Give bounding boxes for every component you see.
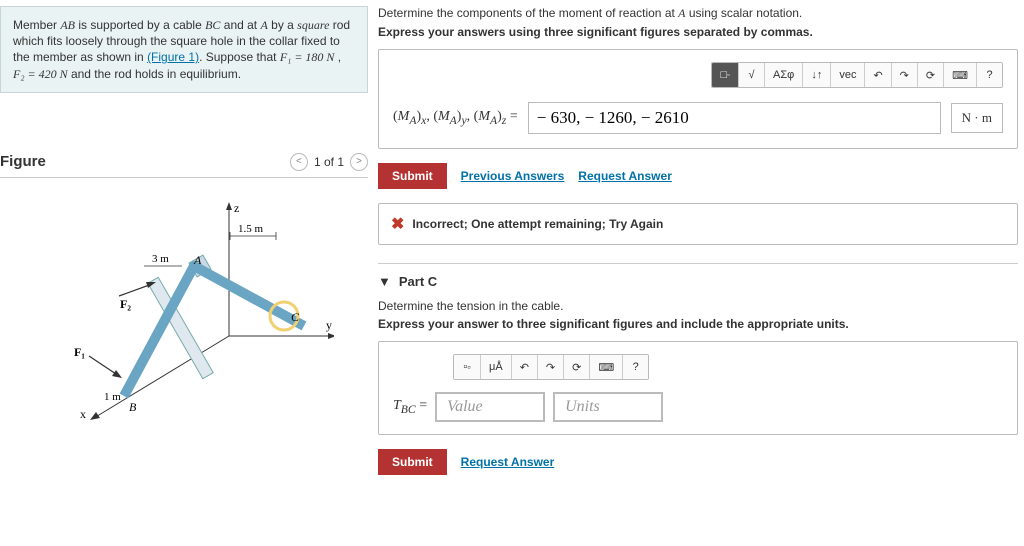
- tool-greek-button[interactable]: ΑΣφ: [764, 63, 802, 87]
- svg-text:F₁: F₁: [74, 345, 85, 359]
- next-figure-button[interactable]: >: [350, 153, 368, 171]
- tool-vec-button[interactable]: vec: [830, 63, 864, 87]
- partc-request-answer-link[interactable]: Request Answer: [461, 455, 555, 469]
- svg-text:F₂: F₂: [120, 297, 131, 311]
- var-bc: BC: [205, 18, 220, 32]
- text: by a: [268, 18, 297, 32]
- tool-reset-icon[interactable]: ⟳: [563, 355, 589, 379]
- var-square: square: [297, 18, 329, 32]
- figure-pager: < 1 of 1 >: [290, 153, 368, 171]
- partc-answer-panel: ▫▫ μÅ ↶ ↷ ⟳ ⌨ ? TBC = Value Units: [378, 341, 1018, 435]
- previous-answers-link[interactable]: Previous Answers: [461, 169, 565, 183]
- partc-instruction-bold: Express your answer to three significant…: [378, 317, 1018, 331]
- tool-updown-icon[interactable]: ↓↑: [802, 63, 830, 87]
- tool-template-icon[interactable]: □▫: [712, 63, 738, 87]
- tool-undo-icon[interactable]: ↶: [511, 355, 537, 379]
- svg-text:A: A: [193, 253, 202, 267]
- partb-request-answer-link[interactable]: Request Answer: [578, 169, 672, 183]
- moment-unit: N · m: [951, 103, 1003, 133]
- tool-keyboard-icon[interactable]: ⌨: [943, 63, 976, 87]
- problem-statement: Member AB is supported by a cable BC and…: [0, 6, 368, 93]
- incorrect-icon: ✖: [391, 214, 404, 234]
- tool-redo-icon[interactable]: ↷: [537, 355, 563, 379]
- partc-submit-button[interactable]: Submit: [378, 449, 447, 475]
- partb-answer-panel: □▫ √ ΑΣφ ↓↑ vec ↶ ↷ ⟳ ⌨ ? (MA)x, (MA)y, …: [378, 49, 1018, 149]
- svg-text:y: y: [326, 318, 332, 332]
- collapse-icon: ▼: [378, 274, 391, 289]
- tool-undo-icon[interactable]: ↶: [864, 63, 890, 87]
- tool-units-button[interactable]: μÅ: [480, 355, 511, 379]
- svg-text:1.5 m: 1.5 m: [238, 223, 264, 235]
- tool-help-button[interactable]: ?: [622, 355, 648, 379]
- feedback-text: Incorrect; One attempt remaining; Try Ag…: [412, 217, 663, 231]
- var-ab: AB: [60, 18, 75, 32]
- f2-eq: F₂ = 420 N: [13, 67, 68, 81]
- text: . Suppose that: [199, 50, 280, 64]
- moment-labels: (MA)x, (MA)y, (MA)z =: [393, 109, 518, 127]
- tension-value-input[interactable]: Value: [435, 392, 545, 422]
- text: and at: [220, 18, 260, 32]
- partb-instruction-bold: Express your answers using three signifi…: [378, 25, 1018, 39]
- svg-text:1 m: 1 m: [104, 391, 121, 403]
- moment-answer-input[interactable]: [528, 102, 941, 134]
- prev-figure-button[interactable]: <: [290, 153, 308, 171]
- figure-title: Figure: [0, 153, 46, 170]
- tool-help-button[interactable]: ?: [976, 63, 1002, 87]
- equation-toolbar: □▫ √ ΑΣφ ↓↑ vec ↶ ↷ ⟳ ⌨ ?: [711, 62, 1003, 88]
- tool-reset-icon[interactable]: ⟳: [917, 63, 943, 87]
- tool-keyboard-icon[interactable]: ⌨: [589, 355, 622, 379]
- tool-sqrt-icon[interactable]: √: [738, 63, 764, 87]
- svg-text:C: C: [291, 310, 300, 324]
- svg-text:z: z: [234, 201, 239, 215]
- f1-eq: F₁ = 180 N: [280, 50, 335, 64]
- figure-diagram: z y x A B C 1.5 m 3 m 1 m: [0, 186, 368, 426]
- text: and the rod holds in equilibrium.: [68, 67, 241, 81]
- text: is supported by a cable: [75, 18, 205, 32]
- tool-redo-icon[interactable]: ↷: [891, 63, 917, 87]
- figure-page-indicator: 1 of 1: [314, 155, 344, 169]
- text: ,: [334, 50, 341, 64]
- partc-header[interactable]: ▼ Part C: [378, 263, 1018, 289]
- partc-title: Part C: [399, 274, 437, 289]
- figure-link[interactable]: (Figure 1): [147, 50, 199, 64]
- partb-feedback: ✖ Incorrect; One attempt remaining; Try …: [378, 203, 1018, 245]
- var-a: A: [260, 18, 267, 32]
- partc-toolbar: ▫▫ μÅ ↶ ↷ ⟳ ⌨ ?: [453, 354, 649, 380]
- tension-label: TBC =: [393, 398, 427, 416]
- tool-template-icon[interactable]: ▫▫: [454, 355, 480, 379]
- partb-instruction: Determine the components of the moment o…: [378, 6, 1018, 21]
- text: Member: [13, 18, 60, 32]
- svg-text:B: B: [129, 400, 137, 414]
- svg-text:x: x: [80, 407, 86, 421]
- partc-instruction: Determine the tension in the cable.: [378, 299, 1018, 313]
- tension-units-input[interactable]: Units: [553, 392, 663, 422]
- svg-text:3 m: 3 m: [152, 253, 169, 265]
- partb-submit-button[interactable]: Submit: [378, 163, 447, 189]
